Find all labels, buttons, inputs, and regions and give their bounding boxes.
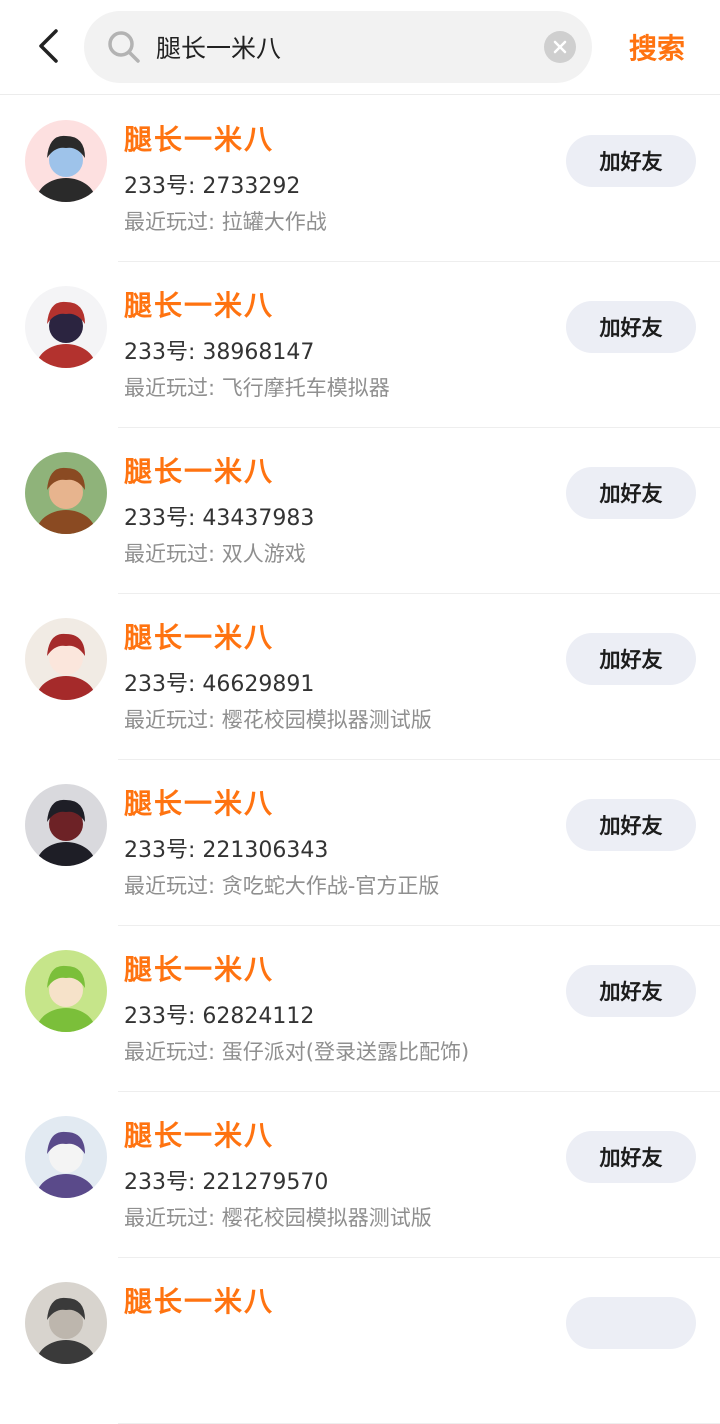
user-id: 233号: 43437983: [124, 506, 315, 531]
add-friend-button[interactable]: 加好友: [566, 301, 696, 353]
top-bar: 搜索: [0, 0, 720, 95]
recent-game: 最近玩过: 飞行摩托车模拟器: [124, 376, 390, 400]
avatar[interactable]: [25, 1116, 107, 1198]
add-friend-button[interactable]: 加好友: [566, 467, 696, 519]
nickname: 腿长一米八: [124, 123, 275, 156]
recent-game: 最近玩过: 樱花校园模拟器测试版: [124, 1206, 432, 1230]
add-friend-button[interactable]: [566, 1297, 696, 1349]
chevron-left-icon: [39, 29, 58, 63]
avatar[interactable]: [25, 120, 107, 202]
search-box[interactable]: [84, 11, 592, 83]
user-id: 233号: 62824112: [124, 1004, 315, 1029]
add-friend-button[interactable]: 加好友: [566, 965, 696, 1017]
user-result-item[interactable]: 腿长一米八: [0, 1258, 720, 1424]
avatar[interactable]: [25, 784, 107, 866]
clear-search-button[interactable]: [544, 31, 576, 63]
nickname: 腿长一米八: [124, 621, 275, 654]
user-id: 233号: 46629891: [124, 672, 315, 697]
back-button[interactable]: [28, 22, 68, 70]
nickname: 腿长一米八: [124, 1119, 275, 1152]
search-button[interactable]: 搜索: [612, 24, 702, 70]
user-result-item[interactable]: 腿长一米八 233号: 43437983 最近玩过: 双人游戏 加好友: [0, 428, 720, 594]
nickname: 腿长一米八: [124, 289, 275, 322]
avatar[interactable]: [25, 950, 107, 1032]
recent-game: 最近玩过: 蛋仔派对(登录送露比配饰): [124, 1040, 470, 1064]
user-result-item[interactable]: 腿长一米八 233号: 62824112 最近玩过: 蛋仔派对(登录送露比配饰)…: [0, 926, 720, 1092]
user-result-item[interactable]: 腿长一米八 233号: 221279570 最近玩过: 樱花校园模拟器测试版 加…: [0, 1092, 720, 1258]
recent-game: 最近玩过: 拉罐大作战: [124, 210, 327, 234]
search-icon: [108, 31, 140, 63]
user-id: 233号: 2733292: [124, 174, 301, 199]
close-icon: [553, 40, 567, 54]
search-result-list: 腿长一米八 233号: 2733292 最近玩过: 拉罐大作战 加好友 腿长一米…: [0, 96, 720, 1424]
nickname: 腿长一米八: [124, 953, 275, 986]
recent-game: 最近玩过: 贪吃蛇大作战-官方正版: [124, 874, 440, 898]
avatar[interactable]: [25, 286, 107, 368]
add-friend-button[interactable]: 加好友: [566, 799, 696, 851]
user-result-item[interactable]: 腿长一米八 233号: 221306343 最近玩过: 贪吃蛇大作战-官方正版 …: [0, 760, 720, 926]
add-friend-button[interactable]: 加好友: [566, 633, 696, 685]
avatar[interactable]: [25, 618, 107, 700]
user-id: 233号: 221306343: [124, 838, 329, 863]
user-result-item[interactable]: 腿长一米八 233号: 38968147 最近玩过: 飞行摩托车模拟器 加好友: [0, 262, 720, 428]
avatar[interactable]: [25, 452, 107, 534]
user-id: 233号: 221279570: [124, 1170, 329, 1195]
user-result-item[interactable]: 腿长一米八 233号: 2733292 最近玩过: 拉罐大作战 加好友: [0, 96, 720, 262]
nickname: 腿长一米八: [124, 787, 275, 820]
avatar[interactable]: [25, 1282, 107, 1364]
recent-game: 最近玩过: 樱花校园模拟器测试版: [124, 708, 432, 732]
nickname: 腿长一米八: [124, 1285, 275, 1318]
add-friend-button[interactable]: 加好友: [566, 1131, 696, 1183]
recent-game: 最近玩过: 双人游戏: [124, 542, 306, 566]
user-id: 233号: 38968147: [124, 340, 315, 365]
user-result-item[interactable]: 腿长一米八 233号: 46629891 最近玩过: 樱花校园模拟器测试版 加好…: [0, 594, 720, 760]
add-friend-button[interactable]: 加好友: [566, 135, 696, 187]
search-input[interactable]: [156, 25, 536, 69]
nickname: 腿长一米八: [124, 455, 275, 488]
